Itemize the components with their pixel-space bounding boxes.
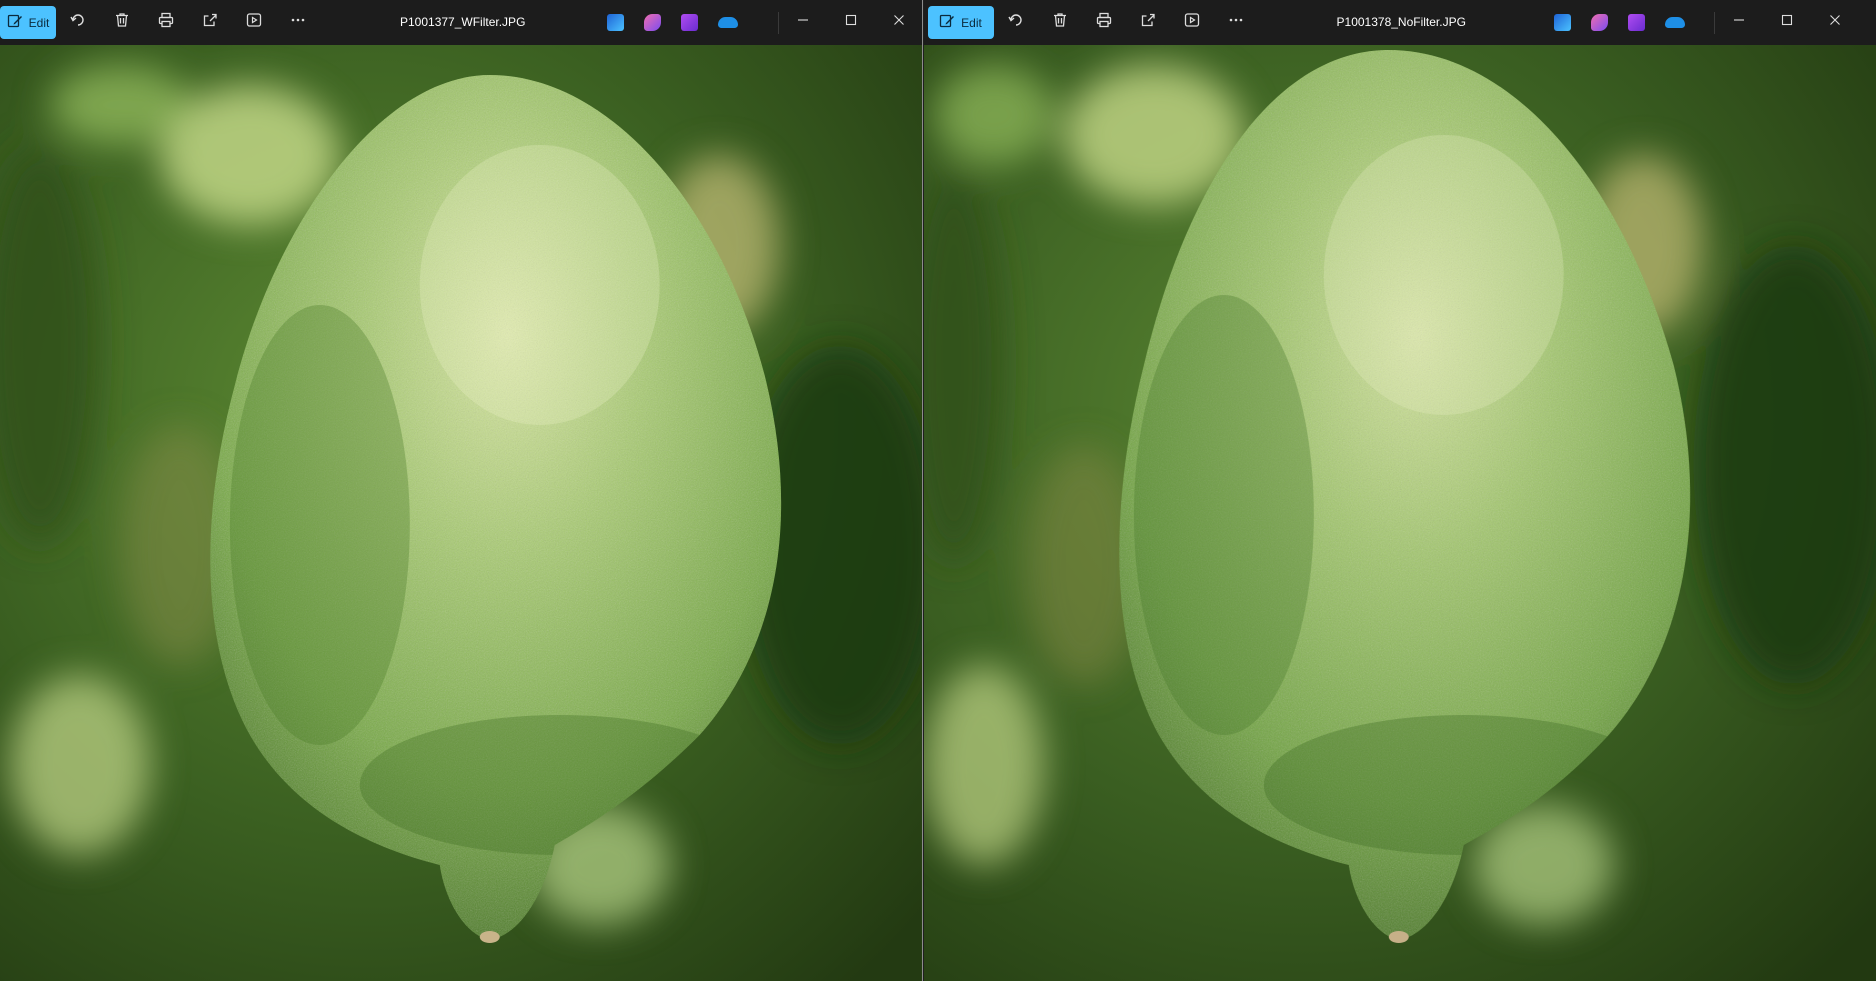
rotate-button[interactable] — [994, 0, 1038, 45]
maximize-button[interactable] — [827, 0, 875, 45]
right-titlebar: Edit P1001378_NoFilter.JPG — [923, 0, 1876, 45]
photo-canvas — [0, 45, 922, 981]
designer-icon[interactable] — [1553, 14, 1571, 31]
left-photo-viewer: Edit P1001377_WFilter.JPG — [0, 0, 922, 981]
delete-icon — [1051, 11, 1069, 34]
slideshow-button[interactable] — [1170, 0, 1214, 45]
viewer-divider — [921, 0, 923, 981]
more-button[interactable] — [1214, 0, 1258, 45]
left-titlebar: Edit P1001377_WFilter.JPG — [0, 0, 922, 45]
print-icon — [157, 11, 175, 34]
photo-canvas — [923, 45, 1876, 981]
rotate-button[interactable] — [56, 0, 100, 45]
edit-label: Edit — [28, 15, 50, 30]
edit-icon — [7, 13, 23, 32]
edit-icon — [939, 13, 955, 32]
close-icon — [892, 13, 906, 32]
copilot-icon[interactable] — [644, 14, 661, 31]
designer-icon[interactable] — [607, 14, 624, 31]
share-button[interactable] — [188, 0, 232, 45]
delete-button[interactable] — [1038, 0, 1082, 45]
clipchamp-icon[interactable] — [1627, 14, 1645, 31]
more-icon — [1227, 11, 1245, 34]
file-name: P1001377_WFilter.JPG — [400, 15, 526, 29]
close-button[interactable] — [875, 0, 922, 45]
right-photo-viewer: Edit P1001378_NoFilter.JPG — [923, 0, 1876, 981]
app-shortcuts — [1553, 0, 1685, 45]
close-icon — [1828, 13, 1842, 32]
slideshow-button[interactable] — [232, 0, 276, 45]
file-name: P1001378_NoFilter.JPG — [1336, 15, 1466, 29]
maximize-icon — [844, 13, 858, 32]
window-controls — [1713, 0, 1859, 45]
minimize-icon — [796, 13, 810, 32]
photos-compare-stage: Edit P1001377_WFilter.JPG Edit P1001378_… — [0, 0, 1876, 981]
minimize-button[interactable] — [1715, 0, 1763, 45]
delete-icon — [113, 11, 131, 34]
print-button[interactable] — [1082, 0, 1126, 45]
share-button[interactable] — [1126, 0, 1170, 45]
more-icon — [289, 11, 307, 34]
edit-button[interactable]: Edit — [0, 6, 56, 39]
onedrive-icon[interactable] — [718, 17, 738, 28]
minimize-icon — [1732, 13, 1746, 32]
close-button[interactable] — [1811, 0, 1859, 45]
maximize-icon — [1780, 13, 1794, 32]
app-shortcuts — [607, 0, 738, 45]
print-icon — [1095, 11, 1113, 34]
slideshow-icon — [245, 11, 263, 34]
delete-button[interactable] — [100, 0, 144, 45]
minimize-button[interactable] — [779, 0, 827, 45]
copilot-icon[interactable] — [1590, 14, 1608, 31]
slideshow-icon — [1183, 11, 1201, 34]
edit-label: Edit — [961, 15, 982, 30]
rotate-icon — [1007, 11, 1025, 34]
more-button[interactable] — [276, 0, 320, 45]
print-button[interactable] — [144, 0, 188, 45]
clipchamp-icon[interactable] — [681, 14, 698, 31]
onedrive-icon[interactable] — [1664, 17, 1685, 28]
maximize-button[interactable] — [1763, 0, 1811, 45]
share-icon — [1139, 11, 1157, 34]
share-icon — [201, 11, 219, 34]
edit-button[interactable]: Edit — [927, 6, 994, 39]
window-controls — [778, 0, 922, 45]
rotate-icon — [69, 11, 87, 34]
